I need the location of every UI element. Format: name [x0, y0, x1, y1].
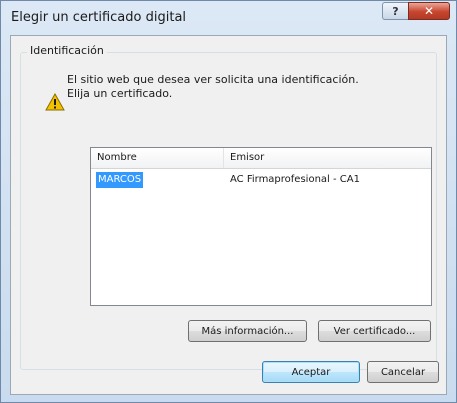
identification-group: Identificación El sitio web que desea ve…	[20, 44, 437, 370]
window-title: Elegir un certificado digital	[11, 10, 187, 25]
message-line-1: El sitio web que desea ver solicita una …	[67, 73, 359, 86]
accept-button[interactable]: Aceptar	[262, 361, 360, 383]
help-button[interactable]: ?	[382, 2, 408, 20]
list-item[interactable]: MARCOS AC Firmaprofesional - CA1	[91, 171, 431, 189]
title-buttons: ? ✕	[382, 2, 450, 20]
certificate-list[interactable]: Nombre Emisor MARCOS AC Firmaprofesional…	[90, 147, 432, 306]
list-header: Nombre Emisor	[91, 148, 431, 169]
warning-icon	[45, 92, 65, 115]
dialog-window: Elegir un certificado digital ? ✕ Identi…	[0, 0, 457, 403]
title-bar[interactable]: Elegir un certificado digital ? ✕	[1, 1, 456, 35]
certificate-issuer-cell[interactable]: AC Firmaprofesional - CA1	[230, 172, 360, 188]
column-header-name[interactable]: Nombre	[91, 148, 224, 168]
view-certificate-button[interactable]: Ver certificado...	[318, 320, 431, 342]
column-header-issuer[interactable]: Emisor	[224, 148, 432, 168]
message-line-2: Elija un certificado.	[67, 87, 173, 100]
close-button[interactable]: ✕	[408, 2, 450, 20]
message-text: El sitio web que desea ver solicita una …	[67, 73, 359, 101]
certificate-name-cell[interactable]: MARCOS	[96, 172, 144, 188]
cancel-button[interactable]: Cancelar	[367, 361, 439, 383]
dialog-body: Identificación El sitio web que desea ve…	[10, 35, 447, 395]
more-info-button[interactable]: Más información...	[188, 320, 307, 342]
group-title: Identificación	[27, 44, 107, 57]
